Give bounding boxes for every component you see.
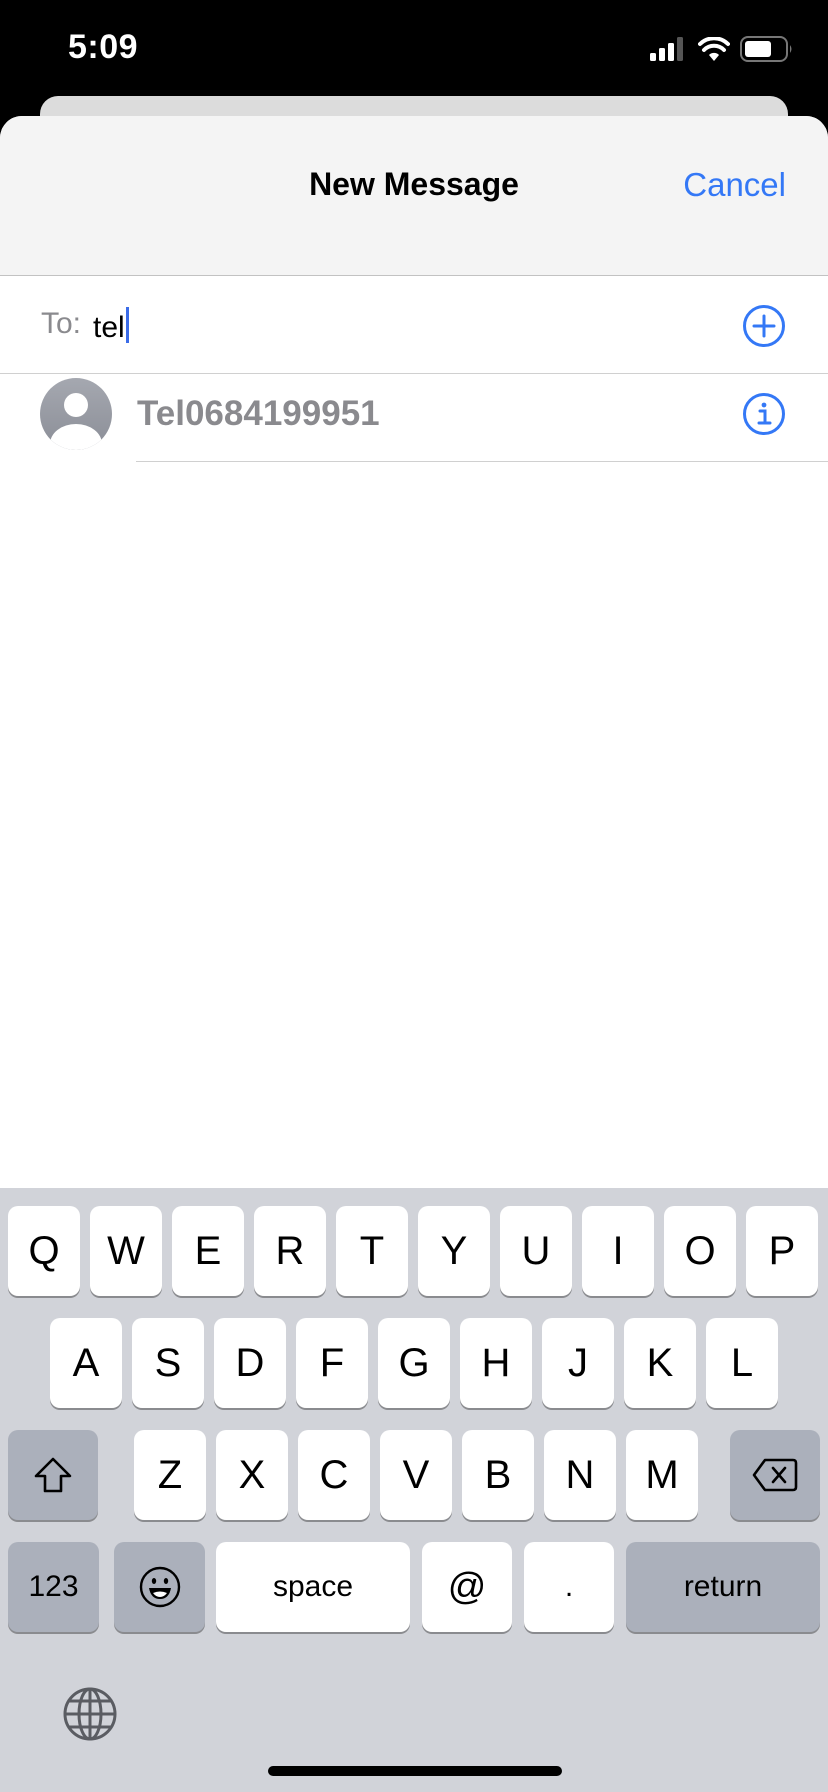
at-key[interactable]: @ — [422, 1542, 512, 1632]
key-u[interactable]: U — [500, 1206, 572, 1296]
suggestion-name: Tel0684199951 — [137, 394, 380, 433]
key-v[interactable]: V — [380, 1430, 452, 1520]
plus-circle-icon[interactable] — [742, 304, 786, 348]
key-x[interactable]: X — [216, 1430, 288, 1520]
recipient-input-text: tel — [93, 311, 125, 344]
keyboard: QWERTYUIOP ASDFGHJKL ZXCVBNM 123 space @… — [0, 1188, 828, 1792]
return-key[interactable]: return — [626, 1542, 820, 1632]
status-icons — [650, 36, 794, 62]
key-n[interactable]: N — [544, 1430, 616, 1520]
person-icon — [40, 378, 112, 450]
globe-icon[interactable] — [62, 1686, 118, 1742]
key-g[interactable]: G — [378, 1318, 450, 1408]
key-p[interactable]: P — [746, 1206, 818, 1296]
cancel-button[interactable]: Cancel — [683, 166, 786, 204]
suggestion-divider — [136, 461, 828, 462]
cellular-signal-icon — [650, 37, 683, 61]
period-key[interactable]: . — [524, 1542, 614, 1632]
key-l[interactable]: L — [706, 1318, 778, 1408]
status-time: 5:09 — [68, 28, 139, 66]
wifi-icon — [698, 37, 730, 61]
key-i[interactable]: I — [582, 1206, 654, 1296]
key-b[interactable]: B — [462, 1430, 534, 1520]
suggestion-item[interactable]: Tel0684199951 — [0, 374, 828, 462]
key-q[interactable]: Q — [8, 1206, 80, 1296]
key-a[interactable]: A — [50, 1318, 122, 1408]
emoji-icon — [139, 1566, 180, 1608]
home-indicator[interactable] — [268, 1766, 562, 1776]
key-y[interactable]: Y — [418, 1206, 490, 1296]
key-t[interactable]: T — [336, 1206, 408, 1296]
key-r[interactable]: R — [254, 1206, 326, 1296]
key-o[interactable]: O — [664, 1206, 736, 1296]
key-z[interactable]: Z — [134, 1430, 206, 1520]
key-m[interactable]: M — [626, 1430, 698, 1520]
emoji-key[interactable] — [114, 1542, 205, 1632]
to-label: To: — [41, 307, 82, 340]
recipient-field-row: To: tel — [0, 276, 828, 374]
delete-key[interactable] — [730, 1430, 820, 1520]
navigation-bar: New Message Cancel — [0, 116, 828, 276]
info-icon[interactable] — [742, 392, 786, 436]
battery-icon — [740, 36, 792, 62]
numbers-key[interactable]: 123 — [8, 1542, 99, 1632]
key-h[interactable]: H — [460, 1318, 532, 1408]
shift-key[interactable] — [8, 1430, 98, 1520]
key-s[interactable]: S — [132, 1318, 204, 1408]
key-j[interactable]: J — [542, 1318, 614, 1408]
delete-icon — [752, 1458, 798, 1492]
key-f[interactable]: F — [296, 1318, 368, 1408]
key-e[interactable]: E — [172, 1206, 244, 1296]
status-bar: 5:09 — [0, 0, 828, 96]
key-c[interactable]: C — [298, 1430, 370, 1520]
shift-icon — [34, 1457, 72, 1493]
recipient-input[interactable]: tel — [93, 307, 129, 345]
key-k[interactable]: K — [624, 1318, 696, 1408]
key-w[interactable]: W — [90, 1206, 162, 1296]
key-d[interactable]: D — [214, 1318, 286, 1408]
space-key[interactable]: space — [216, 1542, 410, 1632]
text-caret — [125, 307, 129, 343]
